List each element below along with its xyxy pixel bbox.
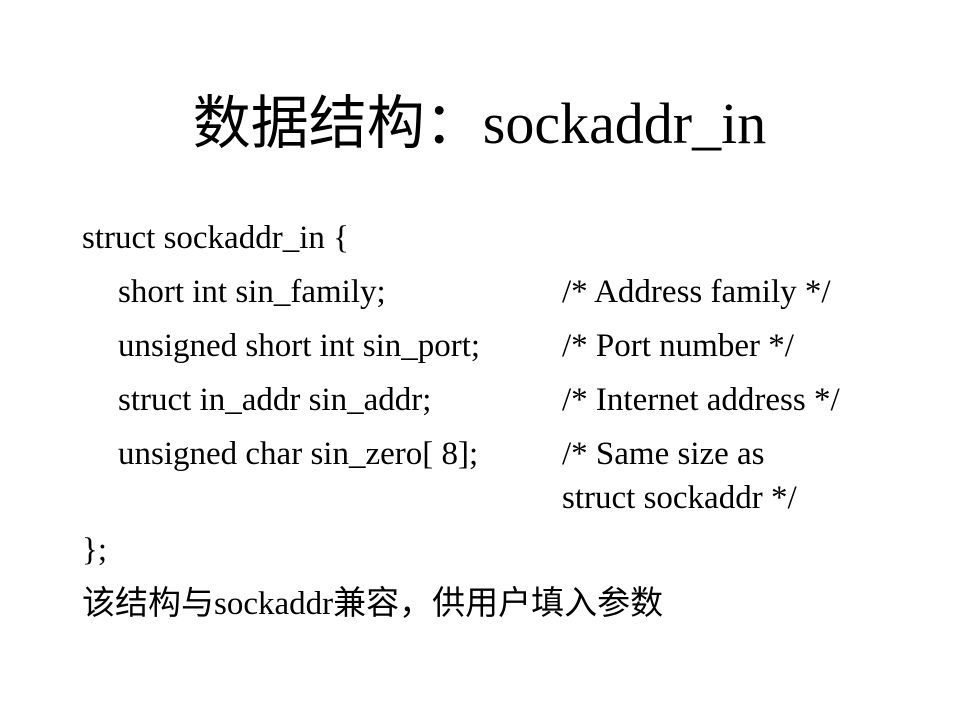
comment-sin-zero-continued: struct sockaddr */: [562, 480, 797, 516]
field-sin-zero: unsigned char sin_zero[ 8];: [118, 436, 479, 472]
comment-sin-addr: /* Internet address */: [562, 382, 840, 418]
struct-declaration-close: };: [82, 532, 108, 568]
comment-sin-family: /* Address family */: [562, 274, 831, 310]
slide: 数据结构：sockaddr_in struct sockaddr_in { sh…: [0, 0, 959, 719]
field-sin-family: short int sin_family;: [118, 274, 386, 310]
struct-declaration-open: struct sockaddr_in {: [82, 220, 349, 256]
field-sin-port: unsigned short int sin_port;: [118, 328, 481, 364]
comment-sin-port: /* Port number */: [562, 328, 794, 364]
comment-sin-zero: /* Same size as: [562, 436, 765, 472]
field-sin-addr: struct in_addr sin_addr;: [118, 382, 432, 418]
explanation-note: 该结构与sockaddr兼容，供用户填入参数: [82, 586, 664, 622]
slide-title: 数据结构：sockaddr_in: [192, 91, 767, 156]
